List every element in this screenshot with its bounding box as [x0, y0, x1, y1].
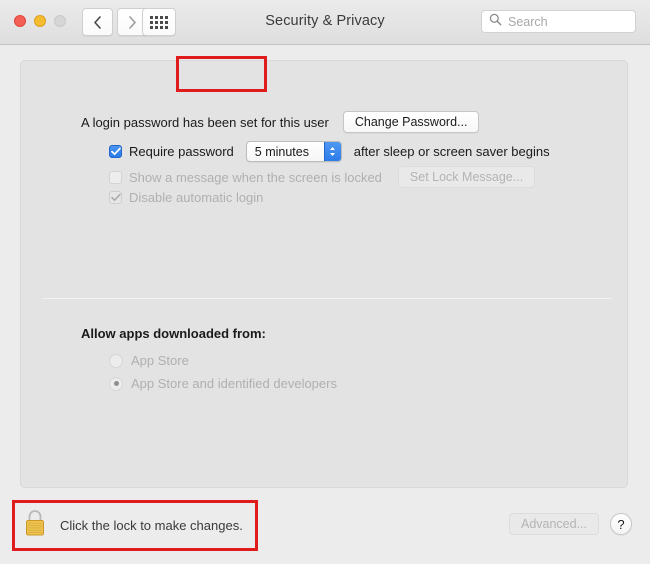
require-password-interval-select[interactable]: 5 minutes — [245, 141, 342, 162]
set-lock-message-button: Set Lock Message... — [397, 166, 536, 188]
disable-automatic-login-label: Disable automatic login — [129, 190, 264, 205]
allow-apps-option-identified-developers: App Store and identified developers — [109, 376, 337, 391]
bottom-right-buttons: Advanced... ? — [508, 513, 632, 535]
radio-selected-dot-icon — [113, 381, 119, 386]
security-privacy-window: Security & Privacy General FileVault Fir… — [0, 0, 650, 564]
general-pane: A login password has been set for this u… — [20, 60, 628, 488]
require-password-suffix: after sleep or screen saver begins — [353, 144, 550, 159]
show-lock-message-label: Show a message when the screen is locked — [129, 169, 382, 185]
window-titlebar: Security & Privacy — [0, 0, 650, 45]
require-password-checkbox[interactable] — [109, 145, 122, 158]
search-field[interactable] — [481, 10, 636, 33]
lock-closed-icon[interactable] — [22, 508, 48, 543]
change-password-button[interactable]: Change Password... — [342, 111, 480, 133]
radio-app-store-label: App Store — [131, 353, 189, 368]
radio-identified-developers-label: App Store and identified developers — [131, 376, 337, 391]
chevron-updown-icon[interactable] — [323, 142, 341, 161]
allow-apps-heading-row: Allow apps downloaded from: — [81, 326, 266, 341]
show-lock-message-row: Show a message when the screen is locked… — [109, 166, 536, 188]
radio-identified-developers — [109, 376, 123, 391]
login-password-text: A login password has been set for this u… — [81, 114, 329, 130]
disable-automatic-login-row: Disable automatic login — [109, 190, 263, 205]
section-divider — [42, 298, 612, 299]
require-password-label: Require password — [129, 144, 234, 159]
checkmark-icon — [110, 193, 121, 202]
disable-automatic-login-checkbox — [109, 191, 122, 204]
help-button[interactable]: ? — [610, 513, 632, 535]
allow-apps-label: Allow apps downloaded from: — [81, 326, 266, 341]
lock-bar-text: Click the lock to make changes. — [60, 518, 243, 533]
radio-app-store — [109, 353, 123, 368]
require-password-interval-value: 5 minutes — [254, 144, 309, 159]
login-password-row: A login password has been set for this u… — [81, 111, 480, 133]
checkmark-icon — [110, 147, 121, 156]
require-password-row: Require password 5 minutes after sleep o… — [109, 141, 550, 162]
search-icon — [489, 13, 502, 31]
lock-bar[interactable]: Click the lock to make changes. — [22, 508, 243, 543]
show-lock-message-checkbox — [109, 170, 122, 184]
search-input[interactable] — [508, 14, 626, 29]
allow-apps-option-app-store: App Store — [109, 353, 189, 368]
advanced-button: Advanced... — [508, 513, 599, 535]
